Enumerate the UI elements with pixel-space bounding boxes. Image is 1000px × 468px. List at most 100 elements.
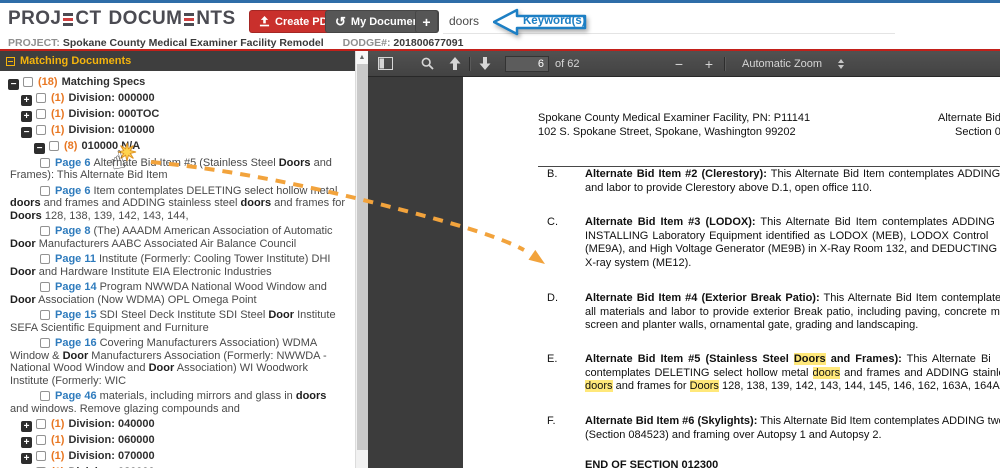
checkbox[interactable] bbox=[49, 141, 59, 151]
zoom-out-button[interactable]: − bbox=[668, 53, 690, 74]
document-paragraph: F. Alternate Bid Item #6 (Skylights): Thi… bbox=[547, 415, 1000, 441]
paragraph-letter: B. bbox=[547, 168, 558, 180]
project-name: Spokane County Medical Examiner Facility… bbox=[62, 37, 324, 49]
search-result-item[interactable]: Page 6 Alternate Bid Item #5 (Stainless S… bbox=[0, 155, 355, 183]
next-page-button[interactable] bbox=[473, 53, 497, 74]
search-highlight: doors bbox=[812, 366, 841, 379]
search-result-item[interactable]: Page 6 Item contemplates DELETING select … bbox=[0, 183, 355, 224]
checkbox[interactable] bbox=[36, 109, 46, 119]
tree-branch-row[interactable]: +(1)Division: 080000 bbox=[0, 465, 355, 468]
find-button[interactable] bbox=[415, 53, 439, 74]
checkbox[interactable] bbox=[40, 254, 50, 264]
branch-label: Division: 010000 bbox=[68, 124, 155, 136]
checkbox[interactable] bbox=[40, 157, 50, 168]
matching-documents-panel: Matching Documents − (18) Matching Specs +(… bbox=[0, 51, 355, 468]
checkbox[interactable] bbox=[36, 418, 46, 429]
search-result-item[interactable]: Page 46 materials, including mirrors and … bbox=[0, 389, 355, 417]
tree-branch-row[interactable]: − (18) Matching Specs bbox=[0, 75, 355, 91]
match-count: (18) bbox=[38, 76, 58, 88]
zoom-select[interactable]: Automatic Zoom bbox=[736, 56, 850, 72]
checkbox[interactable] bbox=[40, 282, 50, 292]
expand-toggle-icon[interactable]: + bbox=[21, 95, 32, 106]
page-link[interactable]: Page 6 bbox=[55, 185, 90, 197]
checkbox[interactable] bbox=[40, 391, 50, 401]
page-link[interactable]: Page 8 bbox=[55, 225, 90, 237]
match-count: (1) bbox=[51, 108, 65, 120]
match-count: (1) bbox=[51, 124, 65, 136]
add-keyword-button[interactable]: + bbox=[415, 10, 438, 33]
project-info-bar: PROJECT: Spokane County Medical Examiner… bbox=[8, 37, 463, 49]
expand-toggle-icon[interactable]: + bbox=[21, 111, 32, 122]
document-paragraph: C. Alternate Bid Item #3 (LODOX): This Al… bbox=[547, 216, 1000, 269]
page-number-input[interactable] bbox=[505, 55, 549, 72]
branch-label: Division: 060000 bbox=[68, 433, 155, 446]
checkbox[interactable] bbox=[36, 125, 46, 135]
search-result-item[interactable]: Page 14 Program NWWDA National Wood Windo… bbox=[0, 280, 355, 308]
plus-icon: + bbox=[422, 13, 431, 30]
keyword-search-input[interactable] bbox=[443, 8, 895, 34]
project-label: PROJECT: bbox=[8, 37, 60, 49]
branch-label: Matching Specs bbox=[61, 76, 146, 88]
tree-branch-row[interactable]: + (1) Division: 040000 bbox=[0, 417, 355, 433]
document-paragraph: E. Alternate Bid Item #5 (Stainless Steel… bbox=[547, 353, 1000, 393]
previous-page-button[interactable] bbox=[443, 53, 467, 74]
tree-branch-row[interactable]: + (1) Division: 070000 bbox=[0, 449, 355, 465]
zoom-select-arrows-icon bbox=[838, 58, 845, 69]
checkbox[interactable] bbox=[36, 434, 46, 445]
search-highlight: Doors bbox=[689, 380, 719, 393]
collapse-icon[interactable] bbox=[6, 56, 15, 66]
collapse-toggle-icon[interactable]: − bbox=[34, 143, 45, 154]
project-documents-logo: PROJCTDOCUMNTS bbox=[8, 8, 236, 29]
page-up-icon bbox=[449, 57, 461, 70]
logo-letter-e bbox=[63, 12, 74, 26]
checkbox[interactable] bbox=[40, 185, 50, 196]
page-link[interactable]: Page 14 bbox=[55, 281, 97, 293]
page-down-icon bbox=[479, 57, 491, 70]
tree-branch-row[interactable]: + (1) Division: 000TOC bbox=[0, 107, 355, 123]
checkbox[interactable] bbox=[40, 338, 50, 348]
checkbox[interactable] bbox=[36, 450, 46, 461]
tree-branch-row[interactable]: + (1) Division: 000000 bbox=[0, 91, 355, 107]
checkbox[interactable] bbox=[40, 310, 50, 320]
paragraph-letter: E. bbox=[547, 353, 558, 365]
match-count: (1) bbox=[51, 433, 65, 446]
checkbox[interactable] bbox=[36, 93, 46, 103]
checkbox[interactable] bbox=[23, 77, 33, 87]
tree-branch-row[interactable]: − (8) 010000 N/A bbox=[0, 139, 355, 155]
sidebar-scrollbar[interactable]: ▲ bbox=[355, 51, 368, 468]
logo-letter-e bbox=[184, 12, 195, 26]
search-icon bbox=[421, 57, 434, 70]
search-result-item[interactable]: Page 11 Institute (Formerly: Cooling Towe… bbox=[0, 252, 355, 280]
app-window: { "colors":{"accent_red":"#c9302c","red_… bbox=[0, 0, 1000, 468]
tree-branch-row[interactable]: − (1) Division: 010000 bbox=[0, 123, 355, 139]
page-link[interactable]: Page 46 bbox=[55, 390, 97, 402]
expand-toggle-icon[interactable]: + bbox=[21, 436, 32, 448]
paragraph-letter: D. bbox=[547, 292, 558, 304]
search-highlight: Doors bbox=[793, 353, 826, 365]
checkbox[interactable] bbox=[40, 226, 50, 236]
zoom-in-button[interactable]: + bbox=[698, 53, 720, 74]
page-link[interactable]: Page 16 bbox=[55, 337, 97, 349]
zoom-in-icon: + bbox=[704, 55, 714, 72]
expand-toggle-icon[interactable]: + bbox=[21, 420, 32, 432]
page-link[interactable]: Page 11 bbox=[55, 253, 96, 265]
pdf-page: Spokane County Medical Examiner Facility… bbox=[463, 77, 1000, 468]
branch-label: 010000 N/A bbox=[81, 140, 141, 152]
matching-documents-header[interactable]: Matching Documents bbox=[0, 51, 355, 71]
search-result-item[interactable]: Page 16 Covering Manufacturers Associatio… bbox=[0, 336, 355, 389]
match-count: (1) bbox=[51, 92, 65, 104]
collapse-toggle-icon[interactable]: − bbox=[8, 79, 19, 90]
branch-label: Division: 000000 bbox=[68, 92, 155, 104]
branch-label: Division: 000TOC bbox=[68, 108, 160, 120]
document-paragraph: B. Alternate Bid Item #2 (Clerestory): Th… bbox=[547, 168, 1000, 194]
collapse-toggle-icon[interactable]: − bbox=[21, 127, 32, 138]
search-result-item[interactable]: Page 15 SDI Steel Deck Institute SDI Stee… bbox=[0, 308, 355, 336]
search-result-item[interactable]: Page 8 (The) AAADM American Association o… bbox=[0, 224, 355, 252]
page-link[interactable]: Page 15 bbox=[55, 309, 97, 321]
scrollbar-thumb[interactable] bbox=[357, 64, 368, 450]
expand-toggle-icon[interactable]: + bbox=[21, 452, 32, 464]
scroll-up-icon[interactable]: ▲ bbox=[356, 51, 368, 64]
sidebar-toggle-button[interactable] bbox=[373, 53, 397, 74]
tree-branch-row[interactable]: + (1) Division: 060000 bbox=[0, 433, 355, 449]
page-link[interactable]: Page 6 bbox=[55, 157, 90, 169]
